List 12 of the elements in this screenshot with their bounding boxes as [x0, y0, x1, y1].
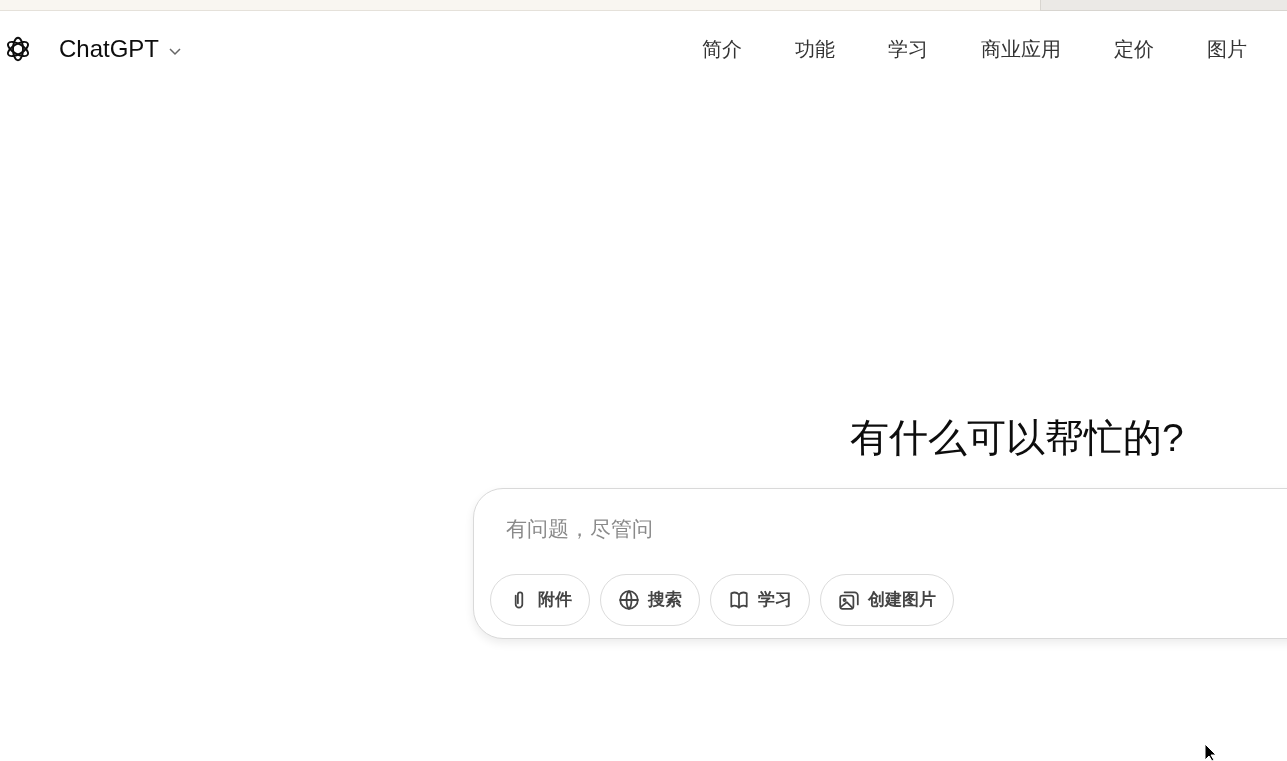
- prompt-input[interactable]: 有问题，尽管问: [506, 513, 1106, 545]
- globe-icon: [618, 588, 640, 611]
- nav-link[interactable]: 功能: [795, 34, 836, 64]
- nav-link[interactable]: 简介: [702, 34, 743, 64]
- nav-link[interactable]: 商业应用: [981, 34, 1062, 64]
- composer[interactable]: 有问题，尽管问 附件 搜索 学习 创建图片: [473, 488, 1287, 639]
- nav-link[interactable]: 学习: [888, 34, 929, 64]
- nav-link[interactable]: 图片: [1207, 34, 1248, 64]
- model-selector[interactable]: ChatGPT: [59, 31, 184, 67]
- picture-frame-icon: [838, 588, 860, 611]
- nav-link[interactable]: 定价: [1114, 34, 1155, 64]
- heading: 有什么可以帮忙的?: [850, 414, 1184, 461]
